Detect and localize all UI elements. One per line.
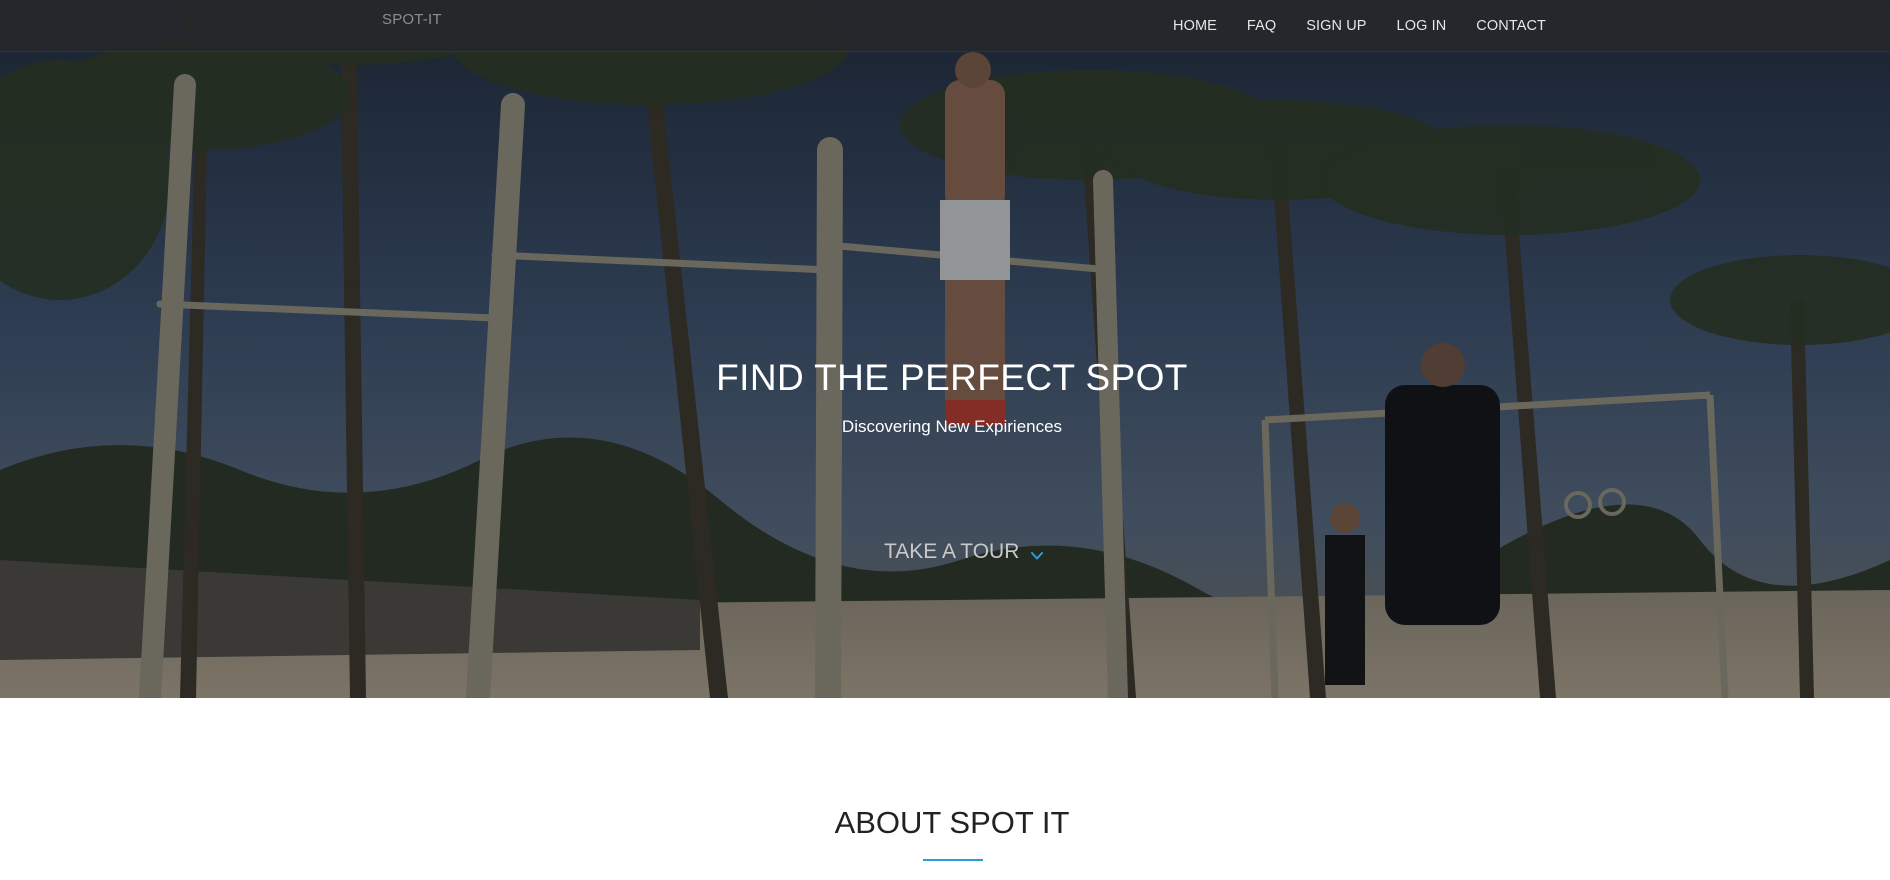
nav-link-contact[interactable]: CONTACT: [1461, 18, 1561, 34]
page: FIND THE PERFECT SPOT Discovering New Ex…: [0, 0, 1890, 880]
nav-menu: HOME FAQ SIGN UP LOG IN CONTACT: [1158, 0, 1561, 51]
hero-section: FIND THE PERFECT SPOT Discovering New Ex…: [0, 0, 1890, 698]
nav-link-log-in[interactable]: LOG IN: [1382, 18, 1462, 34]
nav-item-sign-up: SIGN UP: [1291, 18, 1381, 34]
nav-link-sign-up[interactable]: SIGN UP: [1291, 18, 1381, 34]
top-navbar: SPOT-IT HOME FAQ SIGN UP LOG IN CONTACT: [0, 0, 1890, 52]
about-heading: ABOUT SPOT IT: [834, 805, 1070, 840]
take-a-tour-label: TAKE A TOUR: [884, 540, 1020, 563]
chevron-down-icon: [1030, 545, 1044, 560]
brand-logo-link[interactable]: SPOT-IT: [382, 11, 442, 28]
take-a-tour-link[interactable]: TAKE A TOUR: [884, 540, 1044, 564]
hero-overlay: [0, 0, 1890, 698]
nav-item-contact: CONTACT: [1461, 18, 1561, 34]
hero-title: FIND THE PERFECT SPOT: [716, 357, 1188, 398]
nav-link-faq[interactable]: FAQ: [1232, 18, 1291, 34]
hero-subtitle: Discovering New Expiriences: [841, 417, 1063, 436]
nav-item-faq: FAQ: [1232, 18, 1291, 34]
about-divider: [923, 859, 983, 861]
nav-item-log-in: LOG IN: [1382, 18, 1462, 34]
nav-item-home: HOME: [1158, 18, 1232, 34]
nav-link-home[interactable]: HOME: [1158, 18, 1232, 34]
